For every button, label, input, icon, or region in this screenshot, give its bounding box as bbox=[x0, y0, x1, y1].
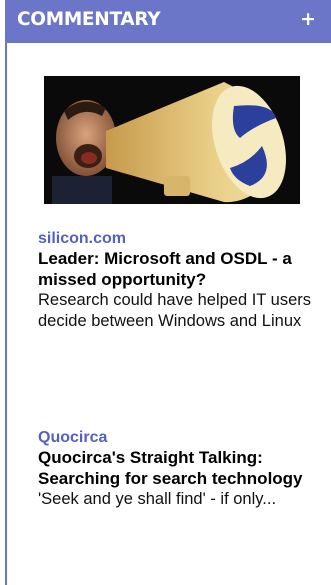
article-summary: 'Seek and ye shall find' - if only... bbox=[38, 490, 277, 508]
expand-plus-icon[interactable]: + bbox=[300, 8, 316, 30]
article-summary: Research could have helped IT users deci… bbox=[38, 291, 312, 330]
megaphone-photo[interactable] bbox=[44, 76, 300, 204]
megaphone-illustration bbox=[44, 76, 300, 204]
section-title: COMMENTARY bbox=[17, 9, 161, 30]
article-2: Quocirca Quocirca's Straight Talking: Se… bbox=[38, 428, 318, 510]
article-headline-link[interactable]: Leader: Microsoft and OSDL - a missed op… bbox=[38, 248, 318, 290]
commentary-header: COMMENTARY + bbox=[5, 0, 331, 43]
article-1: silicon.com Leader: Microsoft and OSDL -… bbox=[38, 229, 318, 332]
article-source-link[interactable]: silicon.com bbox=[38, 229, 318, 248]
commentary-body: silicon.com Leader: Microsoft and OSDL -… bbox=[5, 43, 331, 585]
article-source-link[interactable]: Quocirca bbox=[38, 428, 318, 447]
commentary-panel: COMMENTARY + silicon.com Leader: Microso… bbox=[0, 0, 331, 585]
article-headline-link[interactable]: Quocirca's Straight Talking: Searching f… bbox=[38, 447, 318, 489]
